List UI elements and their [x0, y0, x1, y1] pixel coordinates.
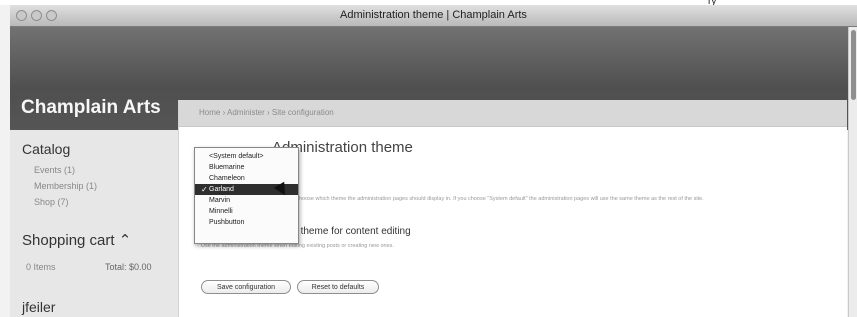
theme-option-minnelli[interactable]: Minnelli [195, 206, 298, 217]
reset-to-defaults-button[interactable]: Reset to defaults [297, 280, 379, 294]
content-wrap: Catalog Events (1) Membership (1) Shop (… [10, 100, 848, 317]
sidebar: Catalog Events (1) Membership (1) Shop (… [10, 130, 178, 317]
breadcrumb-bar: Home › Administer › Site configuration [179, 100, 847, 127]
cart-items: 0 Items [26, 262, 56, 272]
select-description: Choose which theme the administration pa… [295, 196, 704, 202]
cart-total: Total: $0.00 [105, 262, 152, 272]
title-bar: Administration theme | Champlain Arts [10, 5, 857, 27]
user-name: jfeiler [22, 299, 56, 315]
theme-option-pushbutton[interactable]: Pushbutton [195, 217, 298, 228]
breadcrumb[interactable]: Home › Administer › Site configuration [199, 108, 334, 117]
theme-option-marvin[interactable]: Marvin [195, 195, 298, 206]
sidebar-link-events[interactable]: Events (1) [34, 165, 75, 175]
shopping-cart-title[interactable]: Shopping cart ⌃ [22, 231, 131, 249]
sidebar-link-shop[interactable]: Shop (7) [34, 197, 69, 207]
theme-option-system-default[interactable]: <System default> [195, 151, 298, 162]
checkmark-icon: ✓ [201, 185, 208, 194]
save-configuration-button[interactable]: Save configuration [201, 280, 291, 294]
catalog-title: Catalog [22, 141, 71, 157]
theme-option-bluemarine[interactable]: Bluemarine [195, 162, 298, 173]
window-title: Administration theme | Champlain Arts [340, 9, 527, 21]
scroll-thumb[interactable] [851, 30, 856, 100]
sidebar-link-membership[interactable]: Membership (1) [34, 181, 97, 191]
window: ry Administration theme | Champlain Arts… [0, 0, 857, 317]
vertical-scrollbar[interactable] [848, 27, 857, 317]
